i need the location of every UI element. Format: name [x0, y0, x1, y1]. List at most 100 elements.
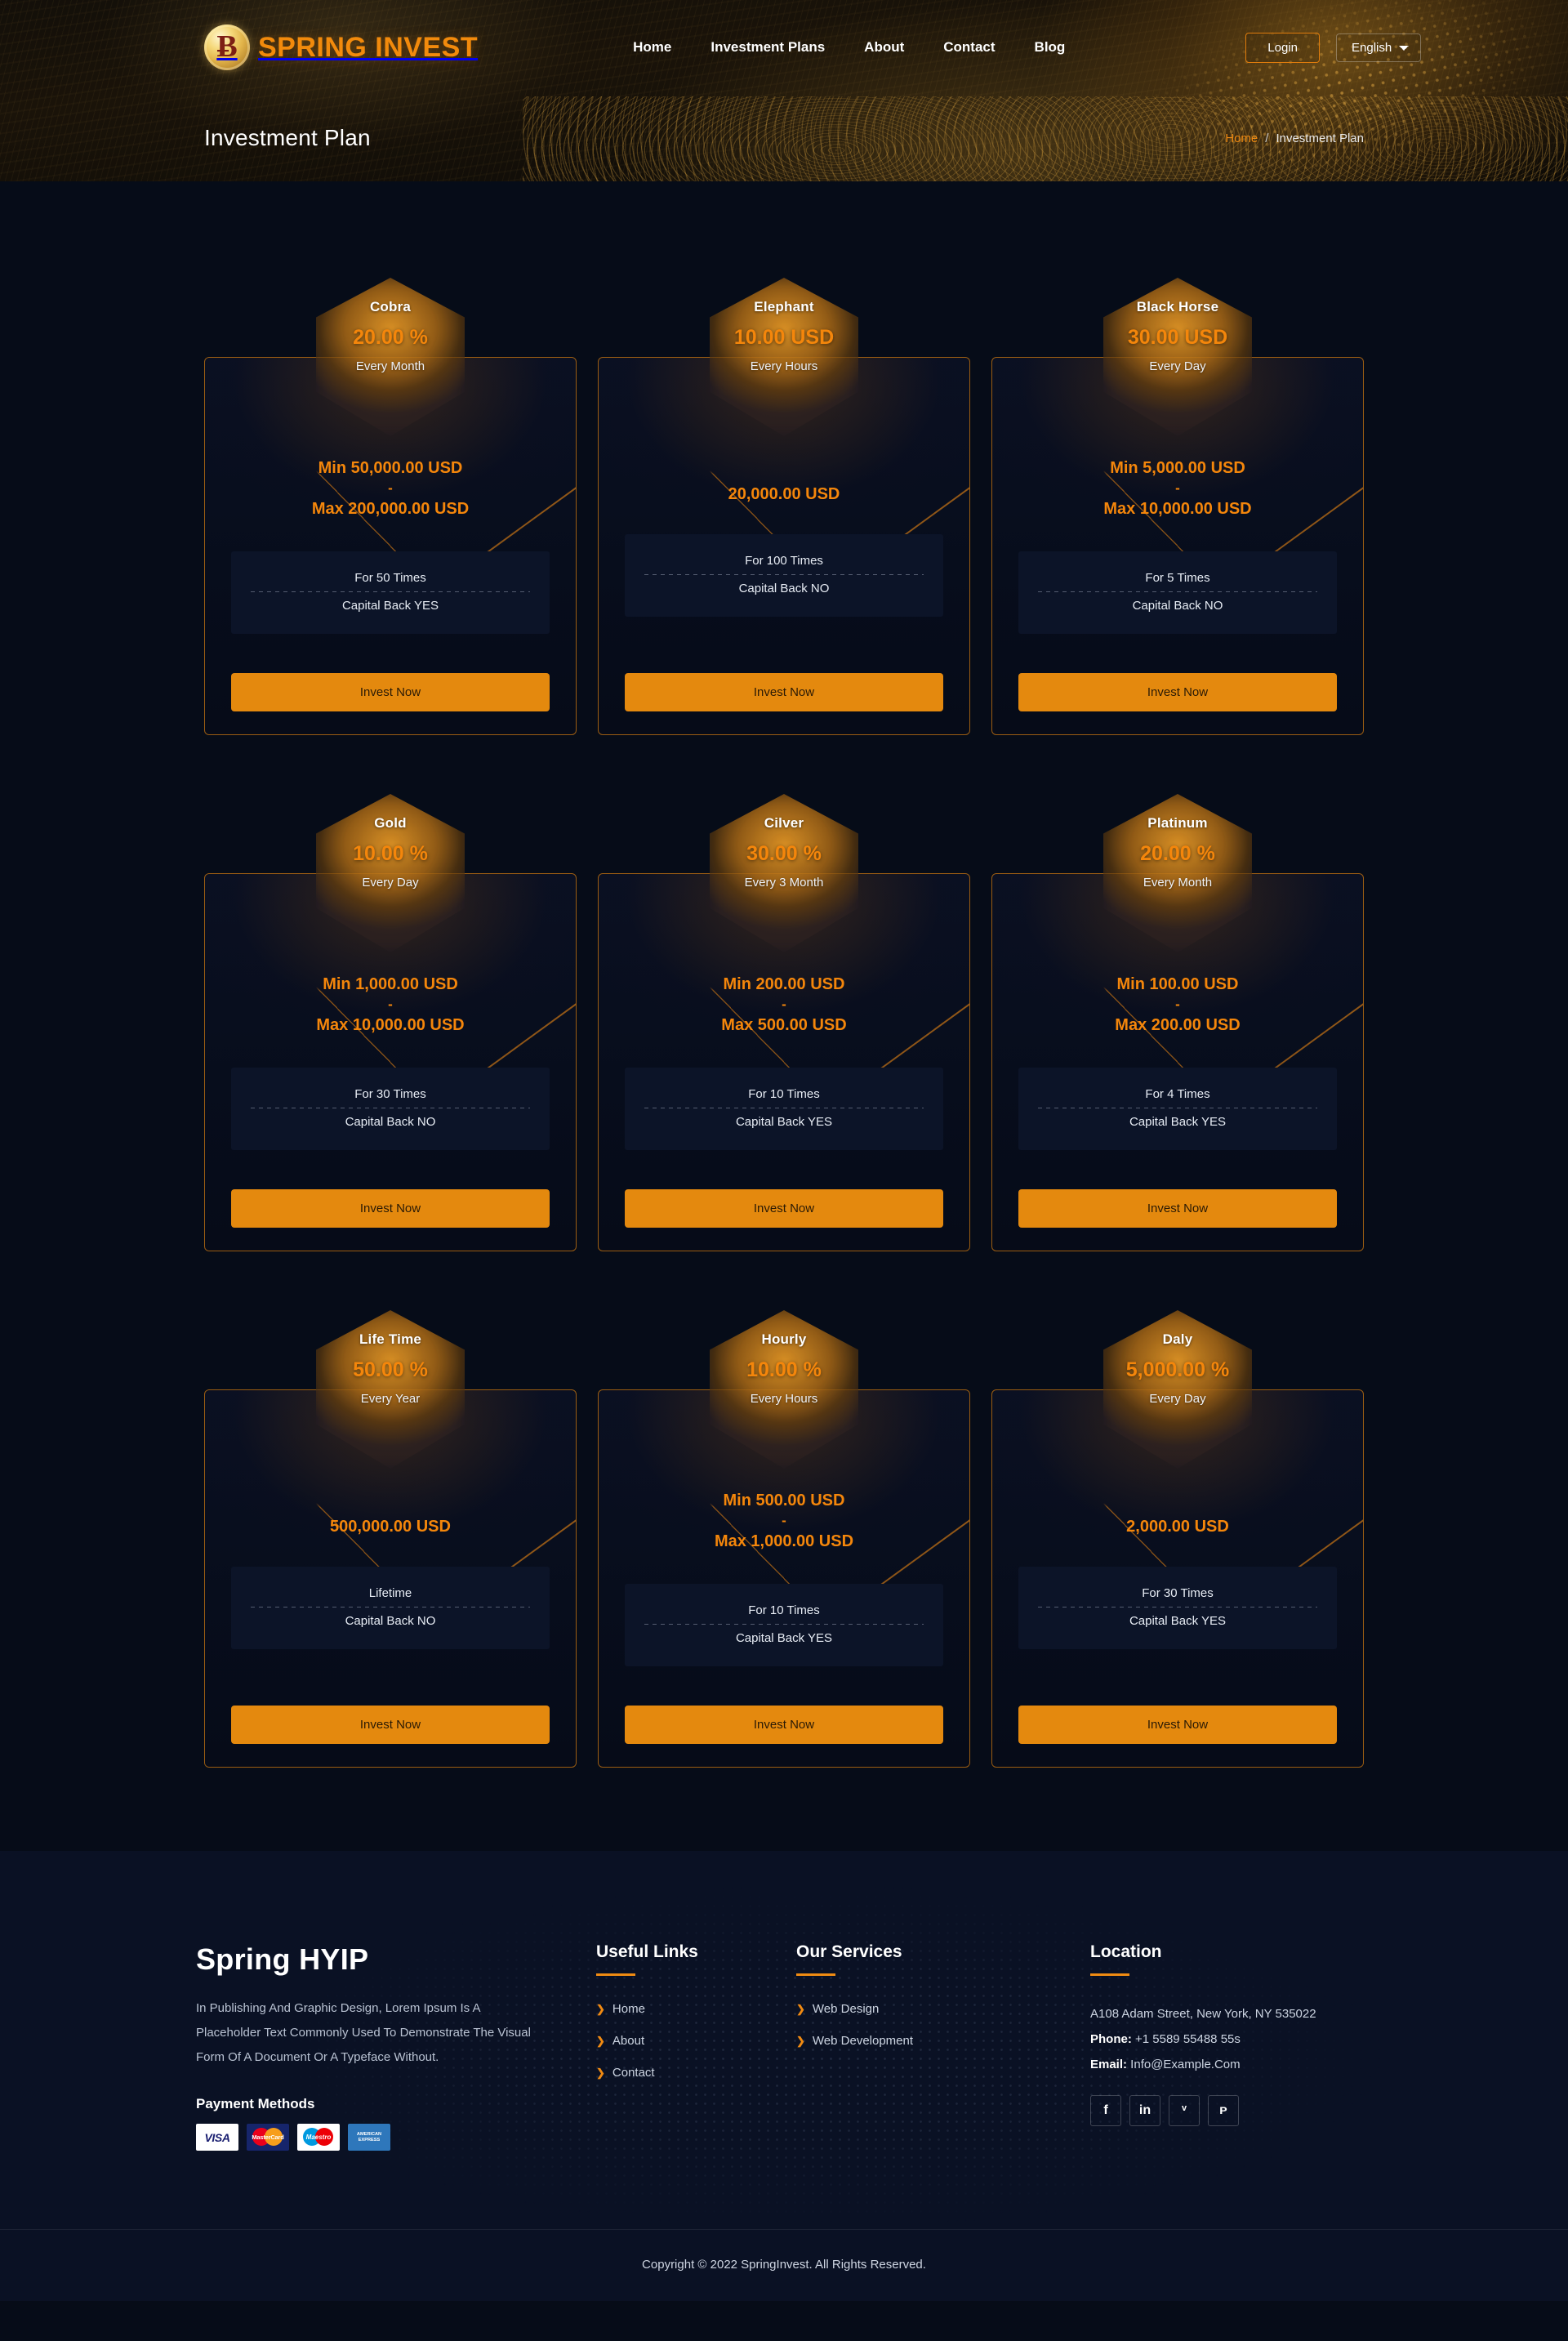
plan-amount: 20,000.00 USD	[728, 485, 840, 503]
plan-features: For 10 Times Capital Back YES	[625, 1583, 943, 1666]
twitter-icon[interactable]: ᵛ	[1169, 2095, 1200, 2127]
plan-capital-back: Capital Back YES	[735, 1630, 833, 1645]
plan-name: Life Time	[359, 1331, 422, 1347]
nav-item-about[interactable]: About	[864, 39, 904, 56]
email-line: Email: Info@Example.Com	[1090, 2053, 1357, 2078]
footer-link-web-design[interactable]: ❯ Web Design	[796, 2002, 1076, 2016]
plan-max: Max 10,000.00 USD	[1103, 499, 1252, 518]
plan-times: For 5 Times	[1145, 570, 1210, 585]
header-actions: Login English	[1245, 32, 1421, 63]
plan-features: For 30 Times Capital Back YES	[1018, 1567, 1337, 1649]
plan-min: Min 5,000.00 USD	[1110, 459, 1245, 477]
plan-times: Lifetime	[368, 1586, 412, 1600]
invest-now-button[interactable]: Invest Now	[625, 673, 943, 711]
plan-dash: -	[388, 997, 393, 1012]
invest-now-button[interactable]: Invest Now	[231, 673, 550, 711]
plan-max: Max 200.00 USD	[1115, 1015, 1241, 1034]
invest-now-button[interactable]: Invest Now	[1018, 1189, 1337, 1228]
invest-now-button[interactable]: Invest Now	[1018, 673, 1337, 711]
brand-logo[interactable]: Ƀ SPRING INVEST	[204, 25, 478, 70]
invest-now-button[interactable]: Invest Now	[1018, 1706, 1337, 1744]
plans-grid: Min 50,000.00 USD - Max 200,000.00 USD For …	[196, 278, 1372, 1768]
linkedin-icon[interactable]: in	[1129, 2095, 1160, 2127]
plan-period: Every Month	[355, 359, 425, 373]
phone-line: Phone: +1 5589 55488 55s	[1090, 2027, 1357, 2053]
breadcrumb-current: Investment Plan	[1276, 131, 1364, 145]
plan-rate: 5,000.00 %	[1125, 1358, 1230, 1381]
main-nav: Home Investment Plans About Contact Blog	[633, 39, 1065, 56]
footer-link-contact[interactable]: ❯ Contact	[596, 2066, 782, 2080]
plan-amount-range: Min 50,000.00 USD - Max 200,000.00 USD	[205, 456, 576, 522]
breadcrumb: Home / Investment Plan	[1225, 132, 1364, 145]
plan-name: Hourly	[761, 1331, 807, 1347]
plan-amount-range: Min 5,000.00 USD - Max 10,000.00 USD	[992, 456, 1363, 522]
plan-features: For 4 Times Capital Back YES	[1018, 1067, 1337, 1150]
breadcrumb-home[interactable]: Home	[1225, 132, 1258, 145]
copyright-bar: Copyright © 2022 SpringInvest. All Right…	[0, 2229, 1568, 2301]
invest-now-button[interactable]: Invest Now	[625, 1706, 943, 1744]
invest-now-button[interactable]: Invest Now	[231, 1706, 550, 1744]
pinterest-icon[interactable]: ᴘ	[1208, 2095, 1239, 2127]
facebook-icon[interactable]: f	[1090, 2095, 1121, 2127]
nav-item-home[interactable]: Home	[633, 39, 671, 56]
chevron-right-icon: ❯	[796, 2035, 805, 2047]
plan-period: Every Day	[1149, 1392, 1206, 1406]
plan-capital-back: Capital Back NO	[345, 1614, 436, 1628]
plan-rate: 20.00 %	[353, 326, 428, 349]
nav-item-blog[interactable]: Blog	[1035, 39, 1066, 56]
login-button[interactable]: Login	[1245, 32, 1320, 63]
plan-capital-back: Capital Back NO	[1132, 598, 1223, 613]
plan-period: Every Year	[360, 1392, 421, 1406]
bitcoin-coin-icon: Ƀ	[204, 25, 250, 70]
plan-period: Every Hours	[750, 359, 818, 373]
amex-icon: AMERICAN EXPRESS	[348, 2124, 390, 2151]
breadcrumb-separator: /	[1265, 131, 1269, 145]
plan-rate: 50.00 %	[353, 1358, 428, 1381]
payment-methods-title: Payment Methods	[196, 2096, 315, 2111]
plan-max: Max 10,000.00 USD	[316, 1015, 465, 1034]
nav-item-contact[interactable]: Contact	[943, 39, 995, 56]
plan-card: 500,000.00 USD Lifetime Capital Back NO Inv…	[204, 1310, 577, 1768]
plan-times: For 4 Times	[1145, 1086, 1210, 1101]
footer-about-column: Spring HYIP In Publishing And Graphic De…	[196, 1942, 596, 2151]
language-select[interactable]: English	[1336, 33, 1421, 62]
plan-name: Daly	[1162, 1331, 1193, 1347]
title-underline	[1090, 1973, 1129, 1976]
plan-rate: 30.00 %	[746, 842, 822, 865]
plan-min: Min 100.00 USD	[1116, 975, 1239, 993]
plan-min: Min 500.00 USD	[723, 1492, 845, 1509]
plan-rate: 10.00 %	[746, 1358, 822, 1381]
footer-link-web-development[interactable]: ❯ Web Development	[796, 2034, 1076, 2048]
invest-now-button[interactable]: Invest Now	[625, 1189, 943, 1228]
page-title: Investment Plan	[204, 125, 371, 150]
footer-link-label: Web Development	[812, 2034, 914, 2048]
plan-card: Min 50,000.00 USD - Max 200,000.00 USD For …	[204, 278, 577, 735]
title-underline	[596, 1973, 635, 1976]
nav-item-investment-plans[interactable]: Investment Plans	[710, 39, 825, 56]
plan-amount-range: Min 500.00 USD - Max 1,000.00 USD	[599, 1488, 969, 1554]
site-footer: Spring HYIP In Publishing And Graphic De…	[0, 1851, 1568, 2301]
footer-link-about[interactable]: ❯ About	[596, 2034, 782, 2048]
email-value: Info@Example.Com	[1127, 2057, 1241, 2071]
plan-rate: 10.00 USD	[733, 326, 835, 349]
footer-link-home[interactable]: ❯ Home	[596, 2002, 782, 2016]
plan-name: Cilver	[764, 815, 804, 831]
plan-period: Every Month	[1143, 876, 1213, 890]
plan-period: Every Day	[362, 876, 419, 890]
plan-rate: 30.00 USD	[1127, 326, 1228, 349]
navigation-bar: Ƀ SPRING INVEST Home Investment Plans Ab…	[0, 0, 1568, 95]
plan-min: Min 1,000.00 USD	[323, 975, 458, 993]
plan-times: For 50 Times	[354, 570, 426, 585]
plan-dash: -	[388, 480, 393, 496]
plan-capital-back: Capital Back YES	[1129, 1614, 1227, 1628]
maestro-label: Maestro	[305, 2134, 332, 2141]
footer-link-label: Home	[612, 2002, 645, 2016]
maestro-icon: Maestro	[297, 2124, 340, 2151]
invest-now-button[interactable]: Invest Now	[231, 1189, 550, 1228]
plan-min: Min 200.00 USD	[723, 975, 845, 993]
plan-name: Gold	[374, 815, 407, 831]
footer-brand: Spring HYIP	[196, 1942, 369, 1976]
plan-card: Min 500.00 USD - Max 1,000.00 USD For 10 Ti…	[598, 1310, 970, 1768]
footer-link-label: Web Design	[812, 2002, 880, 2016]
bitcoin-glyph: Ƀ	[216, 29, 238, 64]
